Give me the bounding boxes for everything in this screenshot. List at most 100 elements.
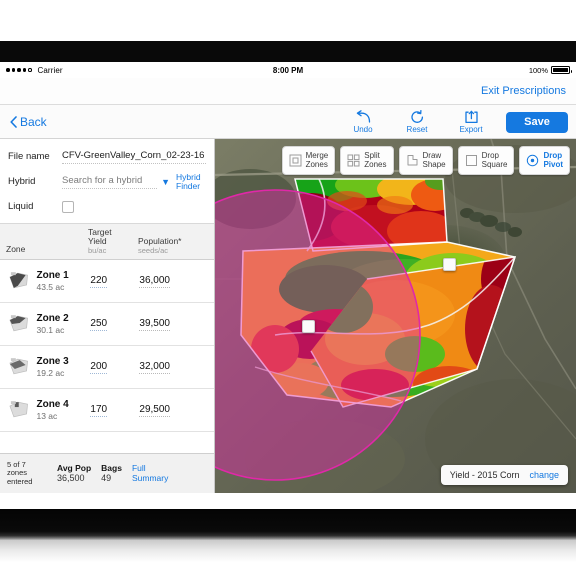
hybrid-search-input[interactable]: Search for a hybrid	[62, 175, 158, 189]
draw-shape-button[interactable]: Draw Shape	[398, 146, 453, 175]
target-yield-cell[interactable]: 200	[90, 361, 139, 374]
merge-zones-line2: Zones	[305, 159, 328, 169]
prescription-form: File name CFV-GreenValley_Corn_02-23-16 …	[0, 139, 214, 223]
population-value: 36,000	[139, 274, 170, 288]
table-row[interactable]: Zone 2 30.1 ac 250 39,500	[0, 303, 214, 346]
field-map[interactable]: Merge Zones Split Zones Draw Shape Drop …	[215, 139, 576, 493]
file-name-input[interactable]: CFV-GreenValley_Corn_02-23-16	[62, 150, 206, 164]
undo-button[interactable]: Undo	[344, 109, 382, 134]
merge-zones-label: Merge Zones	[305, 151, 329, 170]
population-cell[interactable]: 29,500	[139, 404, 208, 417]
zones-table-body[interactable]: Zone 1 43.5 ac 220 36,000 Zone 2 30.1 ac…	[0, 260, 214, 453]
exit-prescriptions-bar: Exit Prescriptions	[0, 78, 576, 105]
export-button[interactable]: Export	[452, 110, 490, 134]
chevron-left-icon	[10, 115, 17, 128]
zone-name: Zone 1	[36, 270, 69, 281]
export-label: Export	[459, 124, 483, 134]
avg-pop-label: Avg Pop	[57, 463, 92, 473]
hybrid-finder-link[interactable]: Hybrid Finder	[176, 172, 206, 191]
liquid-label: Liquid	[8, 201, 34, 212]
zones-table-header: Zone Target Yield bu/ac Population* seed…	[0, 223, 214, 260]
column-header-zone: Zone	[6, 244, 26, 255]
zone-name: Zone 4	[36, 399, 69, 410]
target-yield-line1: Target	[88, 226, 112, 237]
hybrid-row: Hybrid Search for a hybrid ▼ Hybrid Find…	[0, 169, 214, 194]
split-zones-line2: Zones	[364, 159, 387, 169]
file-name-row: File name CFV-GreenValley_Corn_02-23-16	[0, 144, 214, 169]
target-yield-cell[interactable]: 170	[90, 404, 139, 417]
population-value: 29,500	[139, 403, 170, 417]
zone-thumbnail-icon	[9, 272, 28, 289]
export-icon	[464, 110, 478, 123]
device-reflection	[0, 540, 576, 562]
zone-thumbnail-icon	[9, 358, 28, 375]
navigation-bar: Back Undo Reset Export Save	[0, 105, 576, 139]
chevron-down-icon[interactable]: ▼	[161, 177, 170, 187]
population-cell[interactable]: 39,500	[139, 318, 208, 331]
population-title: Population*	[138, 236, 182, 247]
target-yield-cell[interactable]: 250	[90, 318, 139, 331]
reset-button[interactable]: Reset	[398, 109, 436, 134]
split-zones-button[interactable]: Split Zones	[340, 146, 394, 175]
bags-label: Bags	[101, 463, 122, 473]
exit-prescriptions-link[interactable]: Exit Prescriptions	[481, 85, 566, 97]
drop-square-icon	[465, 155, 477, 166]
battery-icon	[551, 66, 572, 74]
population-cell[interactable]: 32,000	[139, 361, 208, 374]
zone-name: Zone 3	[36, 356, 69, 367]
yield-legend-chip[interactable]: Yield - 2015 Corn change	[440, 465, 568, 485]
drop-square-line2: Square	[481, 159, 508, 169]
table-row[interactable]: Zone 1 43.5 ac 220 36,000	[0, 260, 214, 303]
hybrid-label: Hybrid	[8, 176, 36, 187]
population-value: 32,000	[139, 360, 170, 374]
merge-zones-button[interactable]: Merge Zones	[281, 146, 336, 175]
yield-legend-change-link[interactable]: change	[529, 470, 559, 480]
target-yield-value: 250	[90, 317, 108, 331]
zones-entered-line3: entered	[7, 476, 33, 486]
zone-name-cell: Zone 4 13 ac	[36, 399, 90, 421]
drop-pivot-icon	[527, 154, 539, 167]
table-row[interactable]: Zone 4 13 ac 170 29,500	[0, 389, 214, 432]
back-button[interactable]: Back	[10, 115, 47, 129]
target-yield-cell[interactable]: 220	[90, 275, 139, 288]
bags-stat: Bags 49	[101, 463, 122, 484]
population-cell[interactable]: 36,000	[139, 275, 208, 288]
drop-square-label: Drop Square	[481, 151, 508, 170]
merge-zones-icon	[289, 154, 302, 167]
prescription-panel: File name CFV-GreenValley_Corn_02-23-16 …	[0, 139, 215, 493]
clock-label: 8:00 PM	[272, 65, 304, 75]
avg-pop-stat: Avg Pop 36,500	[57, 463, 91, 484]
app-screen: Carrier 8:00 PM 100% Exit Prescriptions …	[0, 62, 576, 509]
zone-vertex-handle[interactable]	[302, 320, 315, 333]
map-toolbar: Merge Zones Split Zones Draw Shape Drop …	[223, 146, 570, 175]
zone-vertex-handle[interactable]	[443, 258, 456, 271]
drop-square-button[interactable]: Drop Square	[457, 146, 515, 175]
drop-pivot-label: Drop Pivot	[543, 151, 563, 170]
draw-shape-label: Draw Shape	[423, 151, 446, 170]
zone-name: Zone 2	[36, 313, 69, 324]
zone-name-cell: Zone 3 19.2 ac	[36, 356, 90, 378]
summary-bar: 5 of 7 zones entered Avg Pop 36,500 Bags…	[0, 453, 214, 493]
liquid-checkbox[interactable]	[62, 200, 74, 213]
full-summary-line2: Summary	[131, 472, 169, 483]
zone-name-cell: Zone 1 43.5 ac	[36, 270, 90, 292]
full-summary-link[interactable]: Full Summary	[131, 463, 169, 483]
target-yield-unit: bu/ac	[88, 245, 107, 255]
status-bar: Carrier 8:00 PM 100%	[0, 62, 576, 78]
zone-acres: 13 ac	[36, 411, 58, 421]
file-name-label: File name	[8, 151, 50, 162]
split-zones-label: Split Zones	[364, 151, 387, 170]
avg-pop-value: 36,500	[57, 473, 85, 484]
hybrid-finder-line2: Finder	[176, 180, 201, 191]
target-yield-line2: Yield	[88, 236, 107, 247]
undo-label: Undo	[353, 124, 373, 134]
drop-pivot-button[interactable]: Drop Pivot	[519, 146, 570, 175]
device-bezel-top	[0, 41, 576, 62]
drop-pivot-line2: Pivot	[543, 159, 563, 169]
target-yield-value: 170	[90, 403, 108, 417]
zones-entered-status: 5 of 7 zones entered	[7, 460, 47, 486]
tablet-device: Carrier 8:00 PM 100% Exit Prescriptions …	[0, 0, 576, 576]
nav-tools: Undo Reset Export Save	[344, 109, 568, 134]
save-button[interactable]: Save	[506, 111, 568, 133]
table-row[interactable]: Zone 3 19.2 ac 200 32,000	[0, 346, 214, 389]
